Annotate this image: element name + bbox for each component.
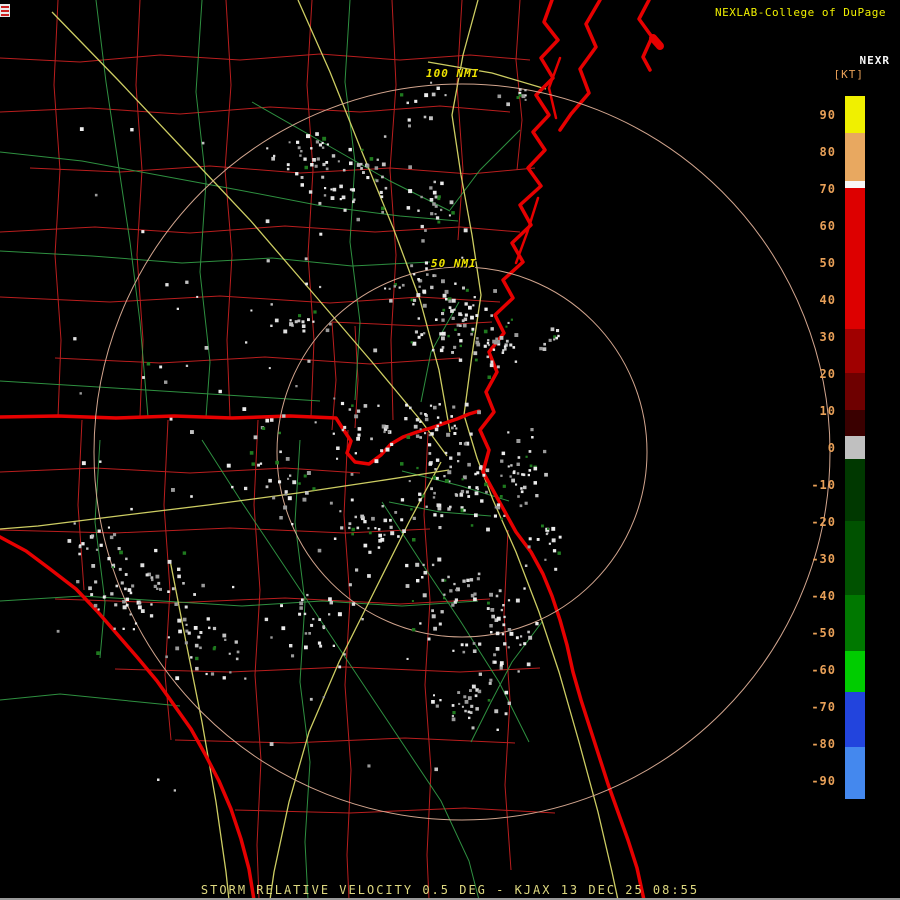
colorbar-tick-label: 0: [827, 440, 836, 455]
colorbar-tick-label: -90: [811, 773, 836, 788]
colorbar-tick-label: -80: [811, 736, 836, 751]
status-bar: STORM RELATIVE VELOCITY 0.5 DEG - KJAX 1…: [200, 883, 700, 897]
colorbar-tick-label: 90: [819, 107, 836, 122]
colorbar-segment: [845, 96, 865, 133]
colorbar-segment: [845, 436, 865, 459]
cod-logo-icon: [0, 4, 10, 17]
colorbar-tick-label: 80: [819, 144, 836, 159]
colorbar-tick-label: 40: [819, 292, 836, 307]
radar-map-canvas: [0, 0, 831, 900]
colorbar-title: NEXR: [859, 54, 890, 67]
colorbar-segment: [845, 188, 865, 330]
radar-display: 100 NMI 50 NMI NEXLAB-College of DuPage …: [0, 0, 900, 900]
colorbar-tick-label: 20: [819, 366, 836, 381]
colorbar-tick-label: -10: [811, 477, 836, 492]
ring-label-50nmi: 50 NMI: [431, 257, 477, 270]
colorbar-segment: [845, 650, 865, 692]
colorbar-segment: [845, 410, 865, 437]
colorbar-tick-label: 70: [819, 181, 836, 196]
colorbar-gradient: [845, 96, 865, 799]
colorbar-segment: [845, 521, 865, 596]
velocity-echoes: [56, 81, 562, 792]
colorbar-tick-label: -70: [811, 699, 836, 714]
colorbar-tick-label: 60: [819, 218, 836, 233]
colorbar-units: [KT]: [833, 68, 864, 81]
colorbar-tick-label: -20: [811, 514, 836, 529]
colorbar-segment: [845, 181, 865, 189]
colorbar-segment: [845, 373, 865, 411]
colorbar-tick-label: -50: [811, 625, 836, 640]
colorbar-tick-label: 10: [819, 403, 836, 418]
colorbar-tick-label: -60: [811, 662, 836, 677]
colorbar-segment: [845, 458, 865, 522]
colorbar-tick-label: -30: [811, 551, 836, 566]
app-title: NEXLAB-College of DuPage: [715, 6, 886, 19]
colorbar-tick-label: -40: [811, 588, 836, 603]
colorbar-tick-label: 30: [819, 329, 836, 344]
colorbar-segment: [845, 747, 865, 799]
ring-label-100nmi: 100 NMI: [426, 67, 480, 80]
colorbar-segment: [845, 133, 865, 182]
colorbar-tick-label: 50: [819, 255, 836, 270]
colorbar-segment: [845, 329, 865, 374]
colorbar-segment: [845, 691, 865, 748]
colorbar-segment: [845, 595, 865, 651]
